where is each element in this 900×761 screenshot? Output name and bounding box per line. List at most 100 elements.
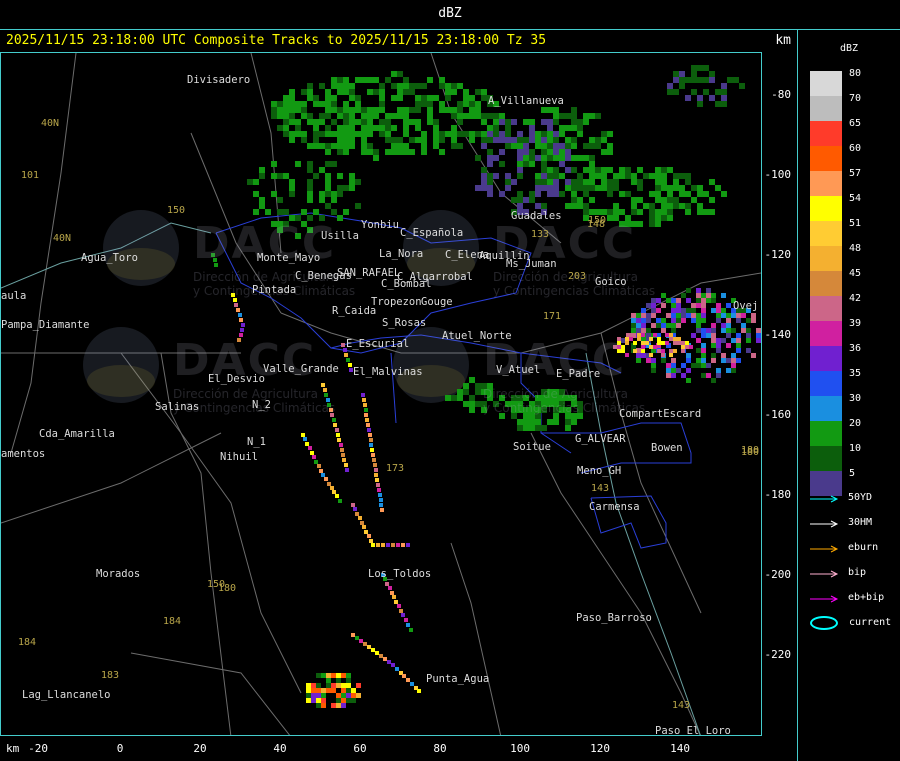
radar-cell [415,83,421,89]
legend-swatch-42 [810,296,842,321]
current-label: current [849,617,892,628]
radar-cell [661,209,667,215]
road-line [530,432,701,735]
radar-cell [355,107,361,113]
radar-cell [685,203,691,209]
radar-cell [385,149,391,155]
radar-cell [349,143,355,149]
radar-cell [646,318,651,323]
track-cell [391,543,395,547]
radar-cell [607,185,613,191]
radar-cell [306,688,311,693]
radar-cell [686,288,691,293]
radar-cell [636,323,641,328]
radar-cell [601,149,607,155]
radar-cell [751,313,756,318]
x-tick-label: 100 [510,742,530,755]
radar-map[interactable]: DACC Dirección de Agricultura y Contingenc… [0,52,762,736]
radar-cell [631,318,636,323]
track-cell [239,318,243,322]
radar-cell [247,179,253,185]
radar-cell [331,131,337,137]
radar-cell [517,197,523,203]
radar-cell [535,173,541,179]
radar-cell [355,95,361,101]
radar-cell [711,308,716,313]
radar-cell [301,137,307,143]
radar-cell [361,143,367,149]
radar-cell [463,383,469,389]
radar-cell [349,119,355,125]
radar-cell [451,137,457,143]
radar-cell [463,389,469,395]
radar-cell [349,137,355,143]
radar-cell [421,131,427,137]
radar-cell [607,149,613,155]
radar-cell [535,425,541,431]
track-legend-label: eburn [848,542,879,553]
radar-cell [403,89,409,95]
radar-cell [696,323,701,328]
radar-cell [756,333,761,338]
radar-cell [547,185,553,191]
radar-cell [541,167,547,173]
radar-cell [283,209,289,215]
radar-cell [325,179,331,185]
radar-cell [457,131,463,137]
radar-cell [681,341,685,345]
radar-cell [677,337,681,341]
radar-cell [481,143,487,149]
town-label: G_ALVEAR [575,433,626,445]
y-tick-label: -160 [764,408,792,421]
track-cell [397,604,401,608]
radar-cell [731,328,736,333]
radar-cell [316,693,321,698]
radar-cell [469,377,475,383]
radar-cell [397,107,403,113]
legend-label: 48 [849,243,862,254]
radar-cell [619,173,625,179]
watermark-line: Dirección de Agricultura [483,387,628,401]
radar-cell [481,167,487,173]
radar-cell [397,113,403,119]
radar-cell [565,149,571,155]
radar-cell [686,378,691,383]
radar-cell [661,197,667,203]
radar-cell [391,83,397,89]
radar-cell [661,353,665,357]
radar-cell [341,683,346,688]
x-tick-label: -20 [28,742,48,755]
radar-cell [589,161,595,167]
current-storm-icon [810,616,838,630]
radar-cell [457,119,463,125]
radar-cell [253,179,259,185]
radar-cell [595,185,601,191]
radar-cell [559,161,565,167]
track-cell [386,543,390,547]
radar-cell [613,179,619,185]
legend-swatch-65 [810,121,842,146]
radar-cell [741,313,746,318]
radar-cell [397,89,403,95]
legend-label: 80 [849,68,862,79]
radar-cell [691,333,696,338]
radar-cell [641,353,646,358]
radar-cell [721,89,727,95]
radar-cell [271,161,277,167]
radar-cell [716,303,721,308]
radar-cell [547,125,553,131]
radar-cell [637,209,643,215]
radar-cell [493,173,499,179]
radar-cell [331,703,336,708]
radar-cell [439,83,445,89]
track-cell [369,443,373,447]
radar-cell [487,125,493,131]
town-label: Paso_Barroso [576,612,652,624]
radar-cell [595,137,601,143]
radar-cell [529,419,535,425]
radar-cell [669,353,673,357]
radar-cell [649,203,655,209]
legend-label: 65 [849,118,862,129]
track-cell [364,408,368,412]
track-cell [392,595,396,599]
